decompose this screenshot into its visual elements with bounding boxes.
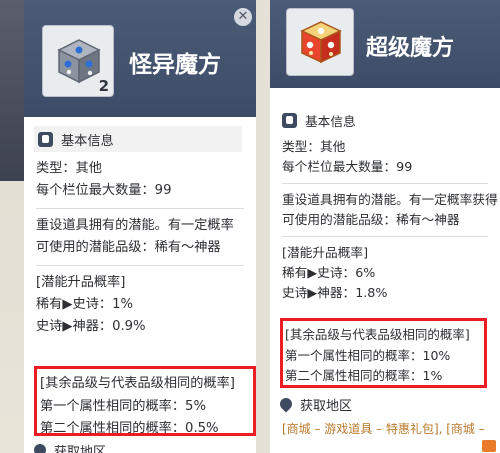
upgrade-header: [潜能升品概率]: [36, 275, 126, 290]
section-title: 基本信息: [305, 113, 356, 129]
red-cube-icon: [300, 21, 342, 64]
item-description: 重设道具拥有的潜能。有一定概率获得: [282, 192, 498, 207]
section-obtain-location: 获取地区: [34, 441, 106, 453]
obtain-location-link[interactable]: [商城 – 游戏道具 – 特惠礼包], [商城 –: [282, 420, 485, 437]
location-pin-icon: [34, 444, 46, 453]
close-icon[interactable]: ✕: [234, 8, 252, 26]
item-icon-box: [286, 8, 354, 76]
gray-cube-icon: [57, 39, 101, 84]
upgrade-rate-rare-epic: 稀有▶史诗：6%: [282, 265, 376, 280]
divider: [282, 183, 488, 184]
item-tooltip-strange-cube: 2 怪异魔方 ✕ 基本信息 类型：其他 每个栏位最大数量：99 重设道具拥有的潜…: [24, 0, 256, 453]
divider: [282, 236, 488, 237]
upgrade-header: [潜能升品概率]: [282, 245, 369, 260]
item-tooltip-super-cube: 超级魔方 基本信息 类型：其他 每个栏位最大数量：99 重设道具拥有的潜能。有一…: [270, 0, 500, 453]
section-title: 获取地区: [54, 445, 107, 453]
chat-icon[interactable]: [482, 440, 496, 452]
section-basic-info: 基本信息: [34, 126, 242, 152]
section-title: 获取地区: [300, 399, 353, 414]
item-type: 类型：其他: [36, 161, 102, 176]
location-pin-icon: [280, 398, 292, 412]
upgrade-rate-epic-unique: 史诗▶神器：0.9%: [36, 319, 146, 334]
background-left-edge: [0, 0, 24, 453]
divider: [36, 208, 244, 209]
section-basic-info: 基本信息: [282, 107, 500, 133]
bag-icon: [282, 112, 297, 128]
first-line-same-rate: 第一个属性相同的概率：5%: [40, 399, 206, 414]
same-grade-header: [其余品级与代表品级相同的概率]: [40, 376, 235, 391]
background-divider: [256, 0, 270, 453]
item-title: 超级魔方: [366, 36, 455, 61]
item-title: 怪异魔方: [129, 52, 221, 78]
same-grade-header: [其余品级与代表品级相同的概率]: [285, 327, 470, 342]
item-icon-box: 2: [42, 25, 114, 97]
tooltip-header: 2 怪异魔方 ✕: [24, 0, 256, 117]
tooltip-header: 超级魔方: [270, 0, 500, 88]
item-quantity: 2: [98, 77, 109, 95]
tooltip-body: 基本信息 类型：其他 每个栏位最大数量：99 重设道具拥有的潜能。有一定概率 可…: [24, 126, 256, 338]
section-obtain-location: 获取地区: [280, 395, 352, 414]
item-stack-limit: 每个栏位最大数量：99: [282, 159, 413, 174]
first-line-same-rate: 第一个属性相同的概率：10%: [285, 348, 451, 363]
item-description: 重设道具拥有的潜能。有一定概率: [36, 218, 234, 233]
divider: [36, 265, 244, 266]
upgrade-rate-rare-epic: 稀有▶史诗：1%: [36, 297, 133, 312]
second-line-same-rate: 第二个属性相同的概率：1%: [285, 368, 443, 383]
tooltip-body: 基本信息 类型：其他 每个栏位最大数量：99 重设道具拥有的潜能。有一定概率获得…: [270, 107, 500, 303]
upgrade-rate-epic-unique: 史诗▶神器：1.8%: [282, 285, 388, 300]
item-grade-range: 可使用的潜能品级：稀有～神器: [282, 212, 460, 227]
item-grade-range: 可使用的潜能品级：稀有～神器: [36, 240, 221, 255]
section-title: 基本信息: [61, 133, 114, 149]
item-stack-limit: 每个栏位最大数量：99: [36, 183, 172, 198]
second-line-same-rate: 第二个属性相同的概率：0.5%: [40, 421, 219, 436]
bag-icon: [38, 131, 53, 147]
item-type: 类型：其他: [282, 139, 346, 154]
